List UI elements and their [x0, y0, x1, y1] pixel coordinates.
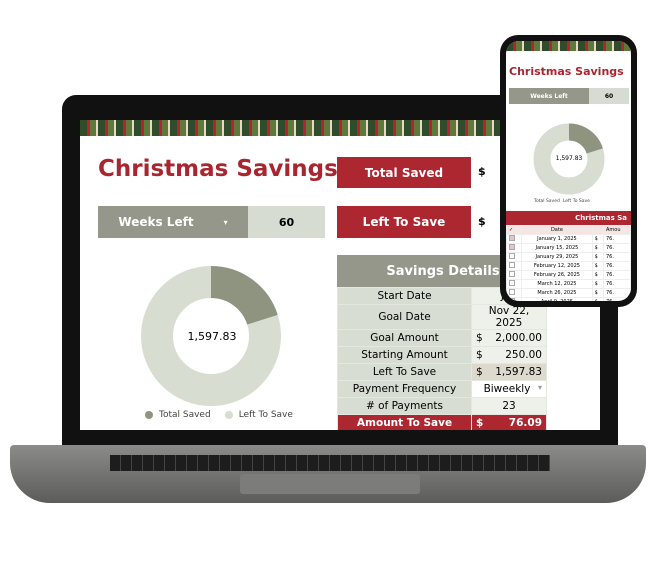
chart-legend: Total Saved Left To Save	[145, 410, 293, 420]
payment-date: January 15, 2025	[521, 243, 593, 253]
payment-date: April 9, 2025	[521, 297, 593, 301]
legend-left-to-save: Left To Save	[562, 199, 590, 204]
payment-frequency-dropdown[interactable]: Biweekly ▾	[471, 380, 547, 398]
total-saved-label: Total Saved	[337, 157, 471, 188]
phone-title: Christmas Savings	[509, 65, 624, 78]
phone-donut-center-value: 1,597.83	[555, 155, 583, 162]
left-to-save-currency: $	[478, 215, 486, 228]
payment-row: January 15, 2025 $76.	[506, 243, 631, 253]
payment-currency: $	[591, 252, 604, 262]
payment-amount: 76.	[602, 279, 631, 289]
payment-checkbox[interactable]	[506, 261, 523, 271]
detail-value: 23	[471, 397, 547, 415]
payment-currency: $	[591, 288, 604, 298]
payment-date: January 1, 2025	[521, 234, 593, 244]
legend-total-saved: Total Saved	[159, 410, 211, 420]
phone-frame: Christmas Savings Weeks Left 60 1,597.83…	[500, 35, 637, 307]
detail-label: Goal Date	[337, 304, 472, 330]
payment-checkbox[interactable]	[506, 288, 523, 298]
payment-checkbox[interactable]	[506, 243, 523, 253]
payment-checkbox[interactable]	[506, 297, 523, 301]
payment-checkbox[interactable]	[506, 279, 523, 289]
payment-currency: $	[591, 270, 604, 280]
weeks-left-dropdown[interactable]: Weeks Left ▾	[98, 206, 248, 238]
payment-row: March 12, 2025 $76.	[506, 279, 631, 289]
details-row: Payment Frequency Biweekly ▾	[337, 380, 547, 398]
legend-dot-icon	[224, 411, 233, 419]
payment-amount: 76.	[602, 243, 631, 253]
payment-currency: $	[591, 234, 604, 244]
detail-label: Starting Amount	[337, 346, 472, 364]
payment-row: April 9, 2025$76.	[506, 297, 631, 301]
details-row: Goal Amount $2,000.00	[337, 329, 547, 347]
payment-currency: $	[591, 243, 604, 253]
payment-date: March 12, 2025	[521, 279, 593, 289]
payment-amount: 76.	[602, 261, 631, 271]
payment-checkbox[interactable]	[506, 270, 523, 280]
phone-weeks-left-dropdown[interactable]: Weeks Left	[509, 88, 589, 104]
left-to-save-label: Left To Save	[337, 206, 471, 238]
laptop-trackpad	[240, 474, 420, 494]
payment-amount: 76.	[602, 234, 631, 244]
payment-amount: 76.	[602, 297, 631, 301]
payment-checkbox[interactable]	[506, 234, 523, 244]
payment-checkbox[interactable]	[506, 252, 523, 262]
legend-dot-icon	[145, 411, 153, 419]
payment-date: February 26, 2025	[521, 270, 593, 280]
payment-amount: 76.	[602, 252, 631, 262]
detail-value: $1,597.83	[471, 363, 547, 381]
chevron-down-icon: ▾	[223, 217, 228, 227]
details-row: # of Payments 23	[337, 397, 547, 415]
phone-table-columns: ✓ Date Amou	[506, 225, 631, 235]
payment-row: February 12, 2025 $76.	[506, 261, 631, 271]
payment-row: January 29, 2025 $76.	[506, 252, 631, 262]
payment-date: February 12, 2025	[521, 261, 593, 271]
garland-decoration	[506, 41, 631, 51]
details-row: Starting Amount $250.00	[337, 346, 547, 364]
chevron-down-icon: ▾	[537, 383, 542, 392]
detail-label: Left To Save	[337, 363, 472, 381]
detail-label: # of Payments	[337, 397, 472, 415]
col-amount: Amou	[602, 225, 631, 235]
weeks-left-label: Weeks Left	[118, 215, 194, 229]
payment-currency: $	[591, 279, 604, 289]
detail-value: $250.00	[471, 346, 547, 364]
detail-label: Start Date	[337, 287, 472, 305]
phone-table-header: Christmas Sa	[506, 211, 631, 225]
payment-amount: 76.	[602, 288, 631, 298]
payment-date: March 26, 2025	[521, 288, 593, 298]
payment-currency: $	[591, 261, 604, 271]
detail-label: Goal Amount	[337, 329, 472, 347]
phone-screen: Christmas Savings Weeks Left 60 1,597.83…	[506, 41, 631, 301]
payment-currency: $	[591, 297, 604, 301]
detail-label: Amount To Save	[337, 414, 472, 430]
amount-to-save-value: $76.09	[471, 414, 547, 430]
payment-row: March 26, 2025 $76.	[506, 288, 631, 298]
col-date: Date	[521, 225, 593, 235]
payment-amount: 76.	[602, 270, 631, 280]
payment-row: February 26, 2025 $76.	[506, 270, 631, 280]
detail-value: $2,000.00	[471, 329, 547, 347]
legend-left-to-save: Left To Save	[238, 410, 293, 420]
donut-center-value: 1,597.83	[187, 330, 237, 343]
phone-weeks-left-value: 60	[589, 88, 629, 104]
details-row: Goal Date Nov 22, 2025	[337, 304, 547, 330]
page-title: Christmas Savings	[98, 156, 338, 182]
detail-value: Nov 22, 2025	[471, 304, 547, 330]
amount-to-save-row: Amount To Save $76.09	[337, 414, 547, 430]
payment-row: January 1, 2025 $76.	[506, 234, 631, 244]
weeks-left-value: 60	[248, 206, 325, 238]
total-saved-currency: $	[478, 165, 486, 178]
details-row: Left To Save $1,597.83	[337, 363, 547, 381]
col-check: ✓	[506, 225, 523, 235]
phone-chart-legend: Total Saved Left To Save	[534, 199, 590, 204]
detail-label: Payment Frequency	[337, 380, 472, 398]
laptop-keyboard	[110, 455, 550, 471]
legend-total-saved: Total Saved	[534, 199, 560, 204]
payment-date: January 29, 2025	[521, 252, 593, 262]
